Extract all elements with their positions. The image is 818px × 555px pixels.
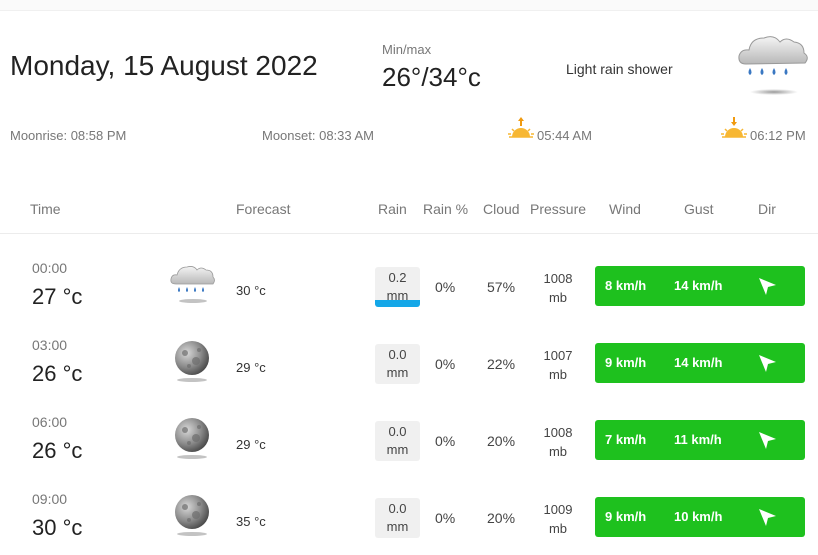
row-rain-percent: 0%: [435, 279, 456, 295]
col-header-gust: Gust: [684, 201, 714, 217]
rain-value: 0.0: [388, 501, 407, 516]
row-forecast: 30 °c: [236, 283, 266, 298]
wind-speed: 9 km/h: [605, 355, 647, 370]
col-header-cloud: Cloud: [483, 201, 520, 217]
table-row: 00:00 27 °c 30 °c 0.2 mm 0% 57% 1008 mb 8 km/h 14…: [0, 248, 818, 324]
sunrise-time: 05:44 AM: [537, 128, 592, 143]
col-header-rain-pct: Rain %: [423, 201, 469, 217]
row-temperature: 30 °c: [32, 515, 83, 540]
rain-amount-box: 0.0 mm: [375, 421, 420, 461]
pressure-value: 1009: [543, 502, 573, 517]
pressure-unit: mb: [548, 444, 568, 459]
col-header-forecast: Forecast: [236, 201, 291, 217]
gust-speed: 14 km/h: [674, 355, 723, 370]
row-temperature: 26 °c: [32, 438, 83, 463]
rain-value: 0.2: [388, 270, 407, 285]
col-header-time: Time: [30, 201, 61, 217]
rain-cloud-icon: [168, 262, 216, 306]
wind-bar: 8 km/h 14 km/h: [595, 266, 805, 306]
page-date: Monday, 15 August 2022: [10, 50, 318, 81]
col-header-wind: Wind: [609, 201, 641, 217]
pressure-value: 1008: [543, 271, 573, 286]
sunrise-icon: [508, 117, 534, 138]
row-pressure: 1008 mb: [536, 269, 580, 307]
row-cloud: 22%: [487, 356, 516, 372]
row-cloud: 20%: [487, 433, 516, 449]
minmax-value: 26°/34°c: [382, 62, 481, 92]
row-forecast: 29 °c: [236, 437, 266, 452]
row-time: 03:00: [32, 337, 68, 353]
row-forecast: 35 °c: [236, 514, 266, 529]
row-rain-percent: 0%: [435, 510, 456, 526]
rain-value: 0.0: [388, 347, 407, 362]
row-pressure: 1007 mb: [536, 346, 580, 384]
rain-value: 0.0: [388, 424, 407, 439]
moonrise-text: Moonrise: 08:58 PM: [10, 128, 127, 143]
rain-amount-box: 0.2 mm: [375, 267, 420, 307]
sunset-icon: [721, 117, 747, 138]
rain-amount-box: 0.0 mm: [375, 498, 420, 538]
pressure-unit: mb: [548, 367, 568, 382]
rain-level-bar: [375, 300, 420, 307]
moon-icon: [168, 339, 216, 383]
condition-text: Light rain shower: [566, 61, 673, 77]
wind-direction-arrow-icon: [755, 274, 779, 298]
row-forecast: 29 °c: [236, 360, 266, 375]
row-temperature: 27 °c: [32, 284, 83, 309]
pressure-unit: mb: [548, 290, 568, 305]
rain-cloud-icon: [738, 36, 808, 95]
row-rain-percent: 0%: [435, 356, 456, 372]
gust-speed: 11 km/h: [674, 432, 722, 447]
col-header-rain: Rain: [378, 201, 407, 217]
wind-bar: 9 km/h 10 km/h: [595, 497, 805, 537]
pressure-value: 1007: [543, 348, 573, 363]
moon-icon: [168, 416, 216, 460]
header-divider: [0, 233, 818, 234]
row-time: 00:00: [32, 260, 68, 276]
minmax-label: Min/max: [382, 42, 432, 57]
col-header-pressure: Pressure: [530, 201, 587, 217]
row-time: 06:00: [32, 414, 68, 430]
wind-speed: 9 km/h: [605, 509, 647, 524]
wind-direction-arrow-icon: [755, 428, 779, 452]
moonset-text: Moonset: 08:33 AM: [262, 128, 375, 143]
col-header-dir: Dir: [758, 201, 776, 217]
gust-speed: 10 km/h: [674, 509, 723, 524]
top-divider: [0, 0, 818, 11]
rain-unit: mm: [386, 365, 409, 380]
row-cloud: 20%: [487, 510, 516, 526]
table-row: 09:00 30 °c 35 °c 0.0 mm 0% 20% 1009 mb 9 km/h 10…: [0, 479, 818, 555]
rain-unit: mm: [386, 519, 409, 534]
row-cloud: 57%: [487, 279, 516, 295]
pressure-unit: mb: [548, 521, 568, 536]
table-row: 03:00 26 °c 29 °c 0.0 mm 0% 22% 1007 mb 9 km/h 14…: [0, 325, 818, 401]
row-temperature: 26 °c: [32, 361, 83, 386]
sunset-time: 06:12 PM: [750, 128, 806, 143]
row-pressure: 1008 mb: [536, 423, 580, 461]
wind-bar: 9 km/h 14 km/h: [595, 343, 805, 383]
wind-direction-arrow-icon: [755, 351, 779, 375]
moon-icon: [168, 493, 216, 537]
gust-speed: 14 km/h: [674, 278, 723, 293]
row-pressure: 1009 mb: [536, 500, 580, 538]
wind-direction-arrow-icon: [755, 505, 779, 529]
wind-speed: 7 km/h: [605, 432, 647, 447]
rain-unit: mm: [386, 442, 409, 457]
table-row: 06:00 26 °c 29 °c 0.0 mm 0% 20% 1008 mb 7 km/h 11…: [0, 402, 818, 478]
wind-speed: 8 km/h: [605, 278, 647, 293]
row-rain-percent: 0%: [435, 433, 456, 449]
row-time: 09:00: [32, 491, 68, 507]
rain-amount-box: 0.0 mm: [375, 344, 420, 384]
pressure-value: 1008: [543, 425, 573, 440]
wind-bar: 7 km/h 11 km/h: [595, 420, 805, 460]
